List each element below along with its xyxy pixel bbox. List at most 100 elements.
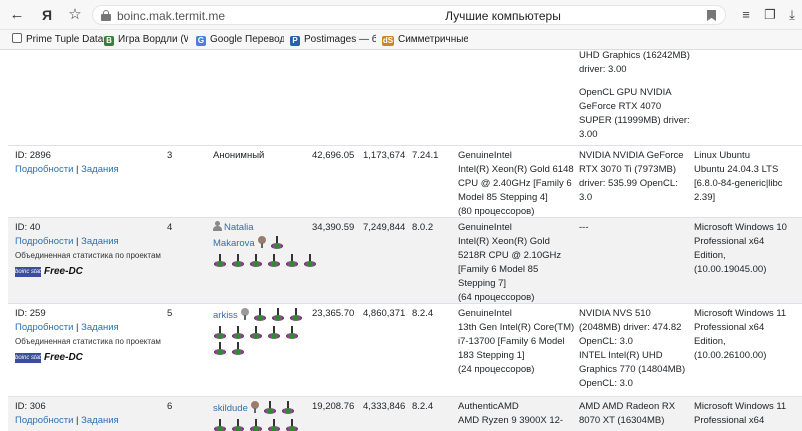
badge-icon	[231, 418, 245, 431]
boinc-version-cell: 8.2.4	[412, 308, 434, 319]
badge-icon	[267, 325, 281, 339]
total-credit-cell: 1,173,674	[363, 150, 406, 161]
yandex-logo-icon[interactable]: Я	[38, 6, 56, 24]
bookmark-item[interactable]: Prime Tuple Datab	[12, 32, 104, 48]
download-icon[interactable]: ⤓	[784, 7, 800, 23]
boinc-stats-logo: boinc stats	[15, 353, 44, 363]
rank-cell: 5	[167, 308, 173, 319]
table-row: ID: 2896 Подробности | Задания 3 Анонимн…	[8, 145, 802, 217]
boinc-version-cell: 8.0.2	[412, 222, 434, 233]
rank-cell: 3	[167, 150, 173, 161]
badge-icon	[267, 253, 281, 267]
badge-icon	[249, 325, 263, 339]
owner-cell: arkiss	[213, 307, 303, 355]
badges-row	[213, 253, 317, 267]
boinc-version-cell: 8.2.4	[412, 401, 434, 412]
table-row: ID: 40 Подробности | Задания Объединенна…	[8, 217, 802, 303]
badge-icon	[271, 307, 285, 321]
cpu-cell: GenuineIntel Intel(R) Xeon(R) Gold 5218R C…	[458, 222, 562, 303]
user-link[interactable]: Makarova	[213, 238, 255, 249]
tasks-link[interactable]: Задания	[81, 415, 119, 426]
os-cell: Microsoft Windows 11 Professional x64 Edit…	[694, 308, 787, 361]
url-text: boinc.mak.termit.me	[117, 9, 226, 23]
table-row: ID: 259 Подробности | Задания Объединенн…	[8, 303, 802, 396]
gpu-cell: NVIDIA NVS 510 (2048MB) driver: 474.82 Ope…	[579, 308, 686, 389]
badge-icon	[213, 341, 227, 355]
os-cell: Microsoft Windows 10 Professional x64 Edit…	[694, 222, 787, 275]
total-credit-cell: 4,860,371	[363, 308, 406, 319]
address-bar[interactable]: boinc.mak.termit.me Лучшие компьютеры	[92, 5, 726, 25]
page-title: Лучшие компьютеры	[445, 9, 561, 23]
ds-logo-icon: dS	[382, 36, 394, 46]
details-link[interactable]: Подробности	[15, 415, 73, 426]
google-translate-icon: G	[196, 36, 206, 46]
b-logo-icon: B	[104, 36, 114, 46]
team-logo[interactable]: boinc stats Free-DC	[15, 265, 161, 279]
bookmark-item[interactable]: dSСимметричные ч	[382, 32, 468, 48]
menu-lines-icon[interactable]: ≡	[738, 7, 754, 23]
avg-credit-cell: 34,390.59	[312, 222, 355, 233]
bookmark-item[interactable]: BИгра Вордли (Wo	[104, 32, 188, 48]
user-link[interactable]: skildude	[213, 403, 248, 414]
avg-credit-cell: 42,696.05	[312, 150, 355, 161]
badge-icon	[285, 418, 299, 431]
cpu-cell: GenuineIntel 13th Gen Intel(R) Core(TM) i7…	[458, 308, 575, 375]
page-icon	[12, 33, 22, 43]
host-id-cell: ID: 306 Подробности | Задания	[15, 401, 119, 426]
cpu-cell: GenuineIntel Intel(R) Xeon(R) Gold 6148 CP…	[458, 150, 574, 217]
user-link[interactable]: Natalia	[224, 222, 254, 233]
gpu-cell-continued: UHD Graphics (16242MB) driver: 3.00 Open…	[579, 50, 690, 140]
os-cell: Linux Ubuntu Ubuntu 24.04.3 LTS [6.8.0-84-…	[694, 150, 783, 203]
total-credit-cell: 4,333,846	[363, 401, 406, 412]
cpu-cell: AuthenticAMD AMD Ryzen 9 3900X 12-	[458, 401, 564, 426]
rank-cell: 6	[167, 401, 173, 412]
badge-icon	[285, 253, 299, 267]
badge-icon	[213, 418, 227, 431]
tabs-icon[interactable]: ❐	[762, 7, 778, 23]
badge-icon	[303, 253, 317, 267]
browser-toolbar: ← Я ☆ boinc.mak.termit.me Лучшие компьют…	[0, 0, 802, 30]
user-icon	[213, 221, 222, 231]
team-logo[interactable]: boinc stats Free-DC	[15, 351, 161, 365]
host-id-cell: ID: 2896 Подробности | Задания	[15, 150, 119, 175]
details-link[interactable]: Подробности	[15, 164, 73, 175]
badges-row	[213, 418, 299, 431]
badge-icon	[213, 325, 227, 339]
total-credit-cell: 7,249,844	[363, 222, 406, 233]
bookmark-star-icon[interactable]: ☆	[66, 6, 84, 24]
medal-icon	[240, 308, 249, 320]
gpu-cell: NVIDIA NVIDIA GeForce RTX 3070 Ti (7973MB…	[579, 150, 684, 203]
host-id-cell: ID: 259 Подробности | Задания Объединенн…	[15, 308, 161, 365]
tasks-link[interactable]: Задания	[81, 164, 119, 175]
computers-table: UHD Graphics (16242MB) driver: 3.00 Open…	[0, 50, 802, 431]
tasks-link[interactable]: Задания	[81, 322, 119, 333]
boinc-version-cell: 7.24.1	[412, 150, 439, 161]
badge-icon	[231, 253, 245, 267]
badge-icon	[249, 253, 263, 267]
badge-icon	[263, 400, 277, 414]
bookmark-flag-icon[interactable]	[707, 10, 716, 21]
badge-icon	[253, 307, 267, 321]
bookmark-item[interactable]: PPostimages — бес	[290, 32, 376, 48]
badge-icon	[281, 400, 295, 414]
combined-stats-label: Объединенная статистика по проектам	[15, 337, 161, 346]
team-name: Free-DC	[44, 352, 83, 363]
badge-icon	[267, 418, 281, 431]
postimages-icon: P	[290, 36, 300, 46]
team-name: Free-DC	[44, 266, 83, 277]
host-id-cell: ID: 40 Подробности | Задания Объединенна…	[15, 222, 161, 279]
combined-stats-label: Объединенная статистика по проектам	[15, 251, 161, 260]
bookmark-item[interactable]: G Google Переводч	[196, 32, 284, 48]
back-arrow-icon[interactable]: ←	[8, 6, 26, 24]
bookmarks-bar: Prime Tuple Datab BИгра Вордли (Wo GGoog…	[0, 30, 802, 50]
gpu-cell: ---	[579, 222, 589, 233]
details-link[interactable]: Подробности	[15, 322, 73, 333]
tasks-link[interactable]: Задания	[81, 236, 119, 247]
owner-cell: skildude	[213, 400, 299, 431]
medal-icon	[257, 236, 266, 248]
details-link[interactable]: Подробности	[15, 236, 73, 247]
badge-icon	[213, 253, 227, 267]
user-link[interactable]: arkiss	[213, 310, 238, 321]
medal-icon	[250, 401, 259, 413]
badge-icon	[270, 235, 284, 249]
